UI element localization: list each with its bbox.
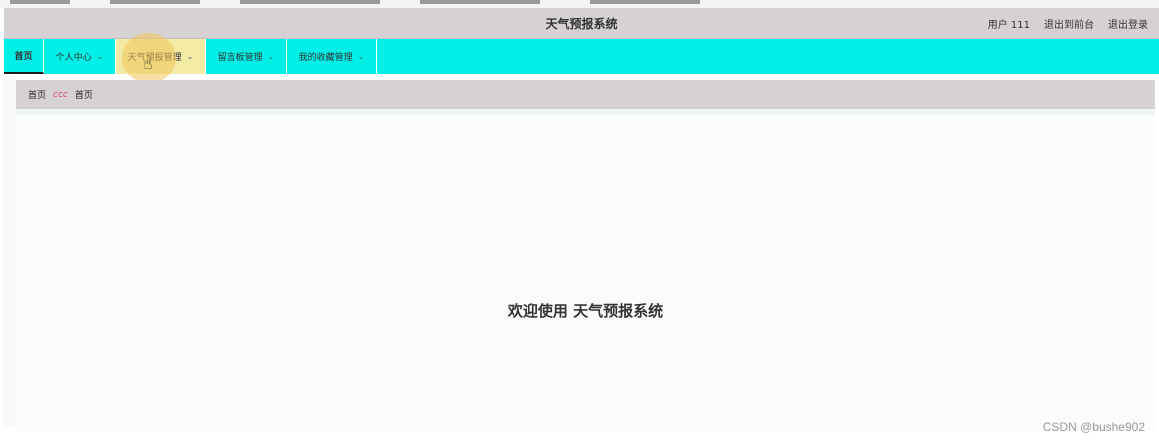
nav-item-weather-management[interactable]: 天气预报管理 ⌄ xyxy=(116,39,206,74)
main-navbar: 首页 个人中心 ⌄ 天气预报管理 ⌄ 留言板管理 ⌄ 我的收藏管理 ⌄ xyxy=(4,39,1159,74)
hand-cursor-icon: ☝ xyxy=(143,54,153,73)
chevron-down-icon: ⌄ xyxy=(186,52,194,61)
breadcrumb: 首页 ccc 首页 xyxy=(16,80,1155,109)
nav-item-label: 留言板管理 xyxy=(217,53,263,63)
header-actions: 用户 111 退出到前台 退出登录 xyxy=(988,16,1148,31)
welcome-message: 欢迎使用 天气预报系统 xyxy=(507,302,664,320)
back-to-front-link[interactable]: 退出到前台 xyxy=(1044,16,1094,31)
nav-item-home[interactable]: 首页 xyxy=(4,39,44,74)
chevron-down-icon: ⌄ xyxy=(267,52,275,61)
breadcrumb-separator: ccc xyxy=(53,89,68,100)
app-header: 天气预报系统 用户 111 退出到前台 退出登录 xyxy=(4,8,1159,39)
logout-link[interactable]: 退出登录 xyxy=(1108,16,1148,31)
app-title: 天气预报系统 xyxy=(545,17,618,31)
breadcrumb-current: 首页 xyxy=(74,91,93,101)
csdn-watermark: CSDN @bushe902 xyxy=(1042,420,1145,434)
breadcrumb-root[interactable]: 首页 xyxy=(28,88,46,101)
nav-item-favorites-management[interactable]: 我的收藏管理 ⌄ xyxy=(287,39,377,74)
nav-item-label: 个人中心 xyxy=(55,53,92,63)
cropped-text-fragment xyxy=(110,0,200,4)
top-strip xyxy=(0,0,1159,8)
cropped-text-fragment xyxy=(420,0,540,4)
chevron-down-icon: ⌄ xyxy=(357,52,365,61)
cropped-text-fragment xyxy=(10,0,70,4)
cropped-text-fragment xyxy=(590,0,700,4)
nav-item-message-board-management[interactable]: 留言板管理 ⌄ xyxy=(206,39,287,74)
nav-item-personal-center[interactable]: 个人中心 ⌄ xyxy=(44,39,116,74)
left-rail xyxy=(3,76,16,426)
nav-item-label: 天气预报管理 xyxy=(127,53,182,63)
cropped-text-fragment xyxy=(240,0,380,4)
nav-item-label: 首页 xyxy=(14,52,33,62)
user-label: 用户 111 xyxy=(987,20,1030,31)
main-content: 欢迎使用 天气预报系统 xyxy=(16,109,1155,431)
chevron-down-icon: ⌄ xyxy=(96,52,104,61)
nav-item-label: 我的收藏管理 xyxy=(298,53,353,63)
